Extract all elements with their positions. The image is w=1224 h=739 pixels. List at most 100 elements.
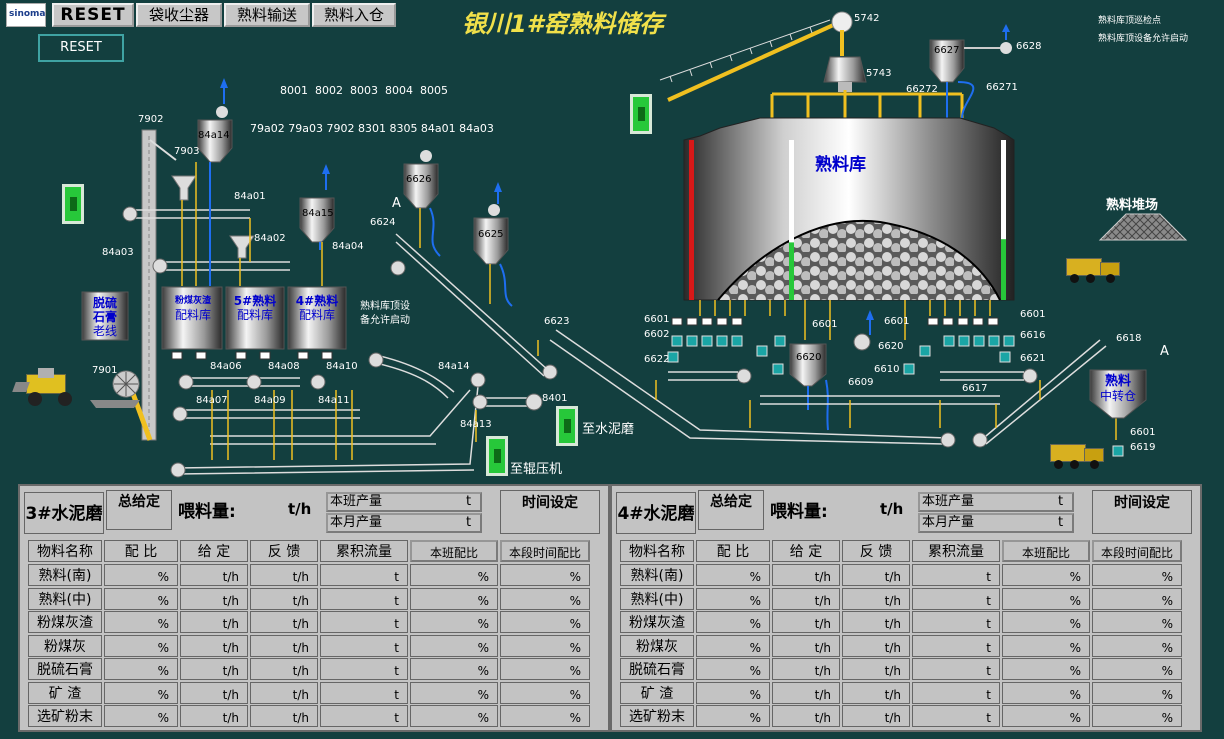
table-cell[interactable]: t [912, 564, 1000, 586]
table-cell[interactable]: t/h [772, 611, 840, 633]
three-way-7903[interactable] [171, 175, 197, 201]
table-cell[interactable]: % [500, 611, 590, 633]
table-cell[interactable]: t/h [250, 705, 318, 727]
table-cell[interactable]: % [1092, 564, 1182, 586]
table-cell[interactable]: % [500, 681, 590, 704]
table-cell[interactable]: % [696, 634, 770, 657]
run-indicator-cement-mill[interactable] [556, 406, 578, 446]
fan-6628[interactable] [1000, 42, 1012, 54]
table-cell[interactable]: % [500, 705, 590, 727]
table-cell[interactable]: t/h [180, 705, 248, 727]
table-cell[interactable]: t/h [772, 681, 840, 704]
table-cell[interactable]: t [320, 634, 408, 657]
table-cell[interactable]: t/h [842, 634, 910, 657]
table-cell[interactable]: % [1092, 658, 1182, 680]
table-cell[interactable]: % [500, 658, 590, 680]
table-cell[interactable]: t [912, 658, 1000, 680]
table-cell[interactable]: t [912, 705, 1000, 727]
table-cell[interactable]: % [500, 587, 590, 610]
table-cell[interactable]: t/h [772, 658, 840, 680]
table-cell[interactable]: t/h [772, 587, 840, 610]
table-cell[interactable]: t/h [250, 564, 318, 586]
table-cell[interactable]: t [912, 611, 1000, 633]
table-cell[interactable]: t/h [180, 611, 248, 633]
table-cell[interactable]: % [1002, 658, 1090, 680]
table-cell[interactable]: % [410, 564, 498, 586]
run-indicator-silo[interactable] [630, 94, 652, 134]
table-cell[interactable]: % [1092, 587, 1182, 610]
table-cell[interactable]: t/h [250, 634, 318, 657]
table-cell[interactable]: t/h [842, 587, 910, 610]
table-cell[interactable]: % [410, 587, 498, 610]
table-cell[interactable]: t/h [842, 564, 910, 586]
table-cell[interactable]: % [104, 587, 178, 610]
incline-belt-5742[interactable] [667, 20, 841, 102]
table-cell[interactable]: t/h [250, 587, 318, 610]
table-cell[interactable]: % [500, 564, 590, 586]
pulley-6618[interactable] [972, 432, 988, 448]
table-cell[interactable]: t [320, 611, 408, 633]
table-cell[interactable]: % [104, 634, 178, 657]
table-cell[interactable]: % [696, 705, 770, 727]
table-cell[interactable]: t/h [772, 634, 840, 657]
table-cell[interactable]: t/h [842, 611, 910, 633]
table-cell[interactable]: % [1092, 611, 1182, 633]
table-cell[interactable]: % [696, 611, 770, 633]
run-indicator-left[interactable] [62, 184, 84, 224]
pulley-6621-end[interactable] [1022, 368, 1038, 384]
table-cell[interactable]: t/h [180, 634, 248, 657]
table-cell[interactable]: t/h [180, 681, 248, 704]
table-cell[interactable]: t [320, 705, 408, 727]
table-cell[interactable]: % [104, 705, 178, 727]
table-cell[interactable]: t/h [772, 564, 840, 586]
table-cell[interactable]: t [320, 564, 408, 586]
table-cell[interactable]: % [1002, 587, 1090, 610]
head-pulley-5742[interactable] [831, 11, 853, 33]
table-cell[interactable]: % [696, 564, 770, 586]
time-setting-button[interactable]: 时间设定 [500, 490, 600, 534]
table-cell[interactable]: t [320, 681, 408, 704]
time-setting-button[interactable]: 时间设定 [1092, 490, 1192, 534]
table-cell[interactable]: % [500, 634, 590, 657]
table-cell[interactable]: % [410, 611, 498, 633]
table-cell[interactable]: t/h [842, 658, 910, 680]
table-cell[interactable]: t [320, 587, 408, 610]
table-cell[interactable]: % [696, 681, 770, 704]
table-cell[interactable]: % [696, 587, 770, 610]
run-indicator-roller-press[interactable] [486, 436, 508, 476]
table-cell[interactable]: % [410, 634, 498, 657]
table-cell[interactable]: t/h [250, 611, 318, 633]
distributor-5743[interactable] [823, 56, 867, 83]
table-cell[interactable]: t/h [842, 681, 910, 704]
table-cell[interactable]: % [104, 564, 178, 586]
table-cell[interactable]: % [410, 658, 498, 680]
table-cell[interactable]: % [1002, 681, 1090, 704]
pulley-6617[interactable] [940, 432, 956, 448]
table-cell[interactable]: % [1002, 634, 1090, 657]
table-cell[interactable]: t/h [772, 705, 840, 727]
table-cell[interactable]: % [1092, 634, 1182, 657]
table-cell[interactable]: % [696, 658, 770, 680]
pulley-6622-end[interactable] [736, 368, 752, 384]
hopper-6620[interactable] [789, 343, 827, 387]
bag-filter-84a15[interactable] [299, 197, 335, 243]
table-cell[interactable]: t [912, 587, 1000, 610]
table-cell[interactable]: t [320, 658, 408, 680]
table-cell[interactable]: t/h [250, 681, 318, 704]
table-cell[interactable]: % [104, 658, 178, 680]
bag-filter-6625[interactable] [473, 217, 509, 265]
fan-6620[interactable] [853, 333, 871, 351]
bag-filter-6626[interactable] [403, 163, 439, 209]
table-cell[interactable]: % [1002, 705, 1090, 727]
table-cell[interactable]: t [912, 634, 1000, 657]
table-cell[interactable]: t/h [180, 564, 248, 586]
table-cell[interactable]: % [1092, 705, 1182, 727]
table-cell[interactable]: t [912, 681, 1000, 704]
table-cell[interactable]: % [410, 705, 498, 727]
table-cell[interactable]: % [1092, 681, 1182, 704]
table-cell[interactable]: % [410, 681, 498, 704]
table-cell[interactable]: t/h [842, 705, 910, 727]
table-cell[interactable]: t/h [180, 658, 248, 680]
table-cell[interactable]: % [104, 681, 178, 704]
table-cell[interactable]: % [1002, 611, 1090, 633]
